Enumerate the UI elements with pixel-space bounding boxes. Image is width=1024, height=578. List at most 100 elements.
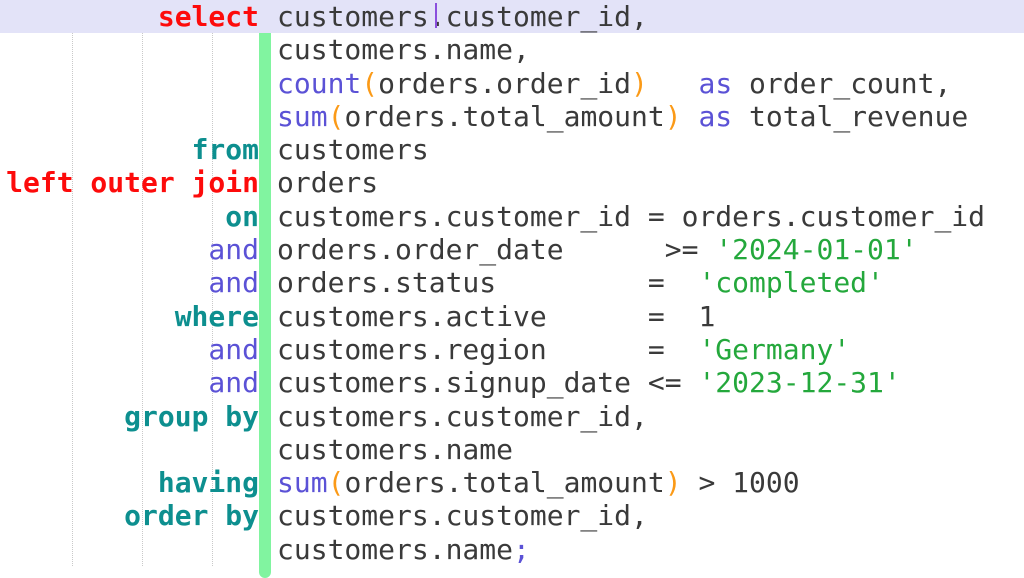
code-token: customers.signup_date [277,366,648,400]
sql-keyword: order by [124,499,259,533]
code-token: orders.total_amount [344,99,665,133]
code-token: customers.customer_id [277,499,632,533]
sql-keyword: and [208,366,259,400]
code-token: customers.name [277,532,514,566]
line-body: sum(orders.total_amount) > 1000 [277,466,800,499]
code-token: >= [664,233,699,267]
code-token: ; [513,532,530,566]
code-token: , [934,66,952,100]
code-line[interactable]: and orders.order_date >= '2024-01-01' [0,233,1024,266]
code-line[interactable]: select customers.customer_id, [0,0,1024,34]
code-token: = [647,199,665,233]
line-keyword: and [0,266,259,299]
code-token: sum [277,99,328,133]
sql-code-editor[interactable]: select customers.customer_id, customers.na… [0,0,1024,578]
code-token: customers.name [277,33,514,67]
code-token: 1000 [732,466,800,500]
code-line[interactable]: and customers.signup_date <= '2023-12-31' [0,366,1024,399]
line-body: orders.order_date >= '2024-01-01' [277,233,918,266]
code-line[interactable]: having sum(orders.total_amount) > 1000 [0,466,1024,499]
code-line[interactable]: customers.name, [0,33,1024,66]
code-line[interactable]: customers.name; [0,533,1024,566]
line-body: orders [277,166,378,199]
line-keyword: where [0,300,259,333]
code-token: ) [664,99,682,133]
line-keyword: group by [0,400,259,433]
code-token: ( [361,66,379,100]
code-line[interactable]: count(orders.order_id) as order_count, [0,67,1024,100]
sql-keyword: select [157,0,259,33]
line-body: orders.status = 'completed' [277,266,884,299]
code-token: '2024-01-01' [715,233,918,267]
line-body: customers.name [277,433,513,466]
line-body: count(orders.order_id) as order_count, [277,67,951,100]
code-line[interactable]: sum(orders.total_amount) as total_revenu… [0,100,1024,133]
code-surface[interactable]: select customers.customer_id, customers.na… [0,0,1024,578]
line-keyword: and [0,233,259,266]
code-token: , [631,499,648,533]
line-body: customers.region = 'Germany' [277,333,850,366]
line-keyword: left outer join [0,166,259,199]
sql-keyword: and [208,332,259,366]
sql-keyword: and [208,233,259,267]
code-line[interactable]: order by customers.customer_id, [0,499,1024,532]
code-line[interactable]: customers.name [0,433,1024,466]
code-token: '2023-12-31' [698,366,901,400]
code-token: ( [327,99,345,133]
code-token: customers.name [277,432,514,466]
code-token: as [698,66,733,100]
code-token: customers.customer_id [277,399,632,433]
code-line[interactable]: left outer join orders [0,166,1024,199]
code-token: customers.region [277,332,547,366]
code-token: order_count [732,66,935,100]
line-body: customers.customer_id, [277,400,648,433]
line-body: customers.name; [277,533,530,566]
code-token: 'completed' [698,266,884,300]
code-line[interactable]: and orders.status = 'completed' [0,266,1024,299]
sql-keyword: where [174,299,259,333]
code-token: > [698,466,716,500]
code-token: orders.customer_id [664,199,986,233]
line-keyword: and [0,333,259,366]
line-keyword: from [0,133,259,166]
code-line[interactable]: and customers.region = 'Germany' [0,333,1024,366]
code-token: = [647,332,665,366]
code-line[interactable]: from customers [0,133,1024,166]
code-token: orders.status [277,266,497,300]
code-line[interactable]: group by customers.customer_id, [0,400,1024,433]
code-token: customers.customer_id [277,0,632,33]
code-token: orders.total_amount [344,466,665,500]
code-token: , [631,0,648,33]
code-token: customers.active [277,299,547,333]
line-body: customers.name, [277,33,530,66]
code-token: count [277,66,362,100]
code-token: ) [631,66,648,100]
code-line[interactable]: where customers.active = 1 [0,300,1024,333]
code-token: customers.customer_id [277,199,648,233]
sql-keyword: on [225,199,259,233]
sql-keyword: group by [124,399,259,433]
line-body: customers.customer_id, [277,499,648,532]
code-token: orders.order_id [378,66,632,100]
code-token: 1 [698,299,716,333]
code-token: 'Germany' [698,332,851,366]
sql-keyword: from [191,133,259,167]
line-keyword: and [0,366,259,399]
code-line[interactable]: on customers.customer_id = orders.custome… [0,200,1024,233]
sql-keyword: and [208,266,259,300]
line-body: customers.signup_date <= '2023-12-31' [277,366,901,399]
code-token: total_revenue [732,99,969,133]
line-body: sum(orders.total_amount) as total_revenu… [277,100,968,133]
line-body: customers.active = 1 [277,300,715,333]
sql-keyword: having [157,466,259,500]
line-body: customers.customer_id = orders.customer_… [277,200,985,233]
code-token: = [647,299,665,333]
